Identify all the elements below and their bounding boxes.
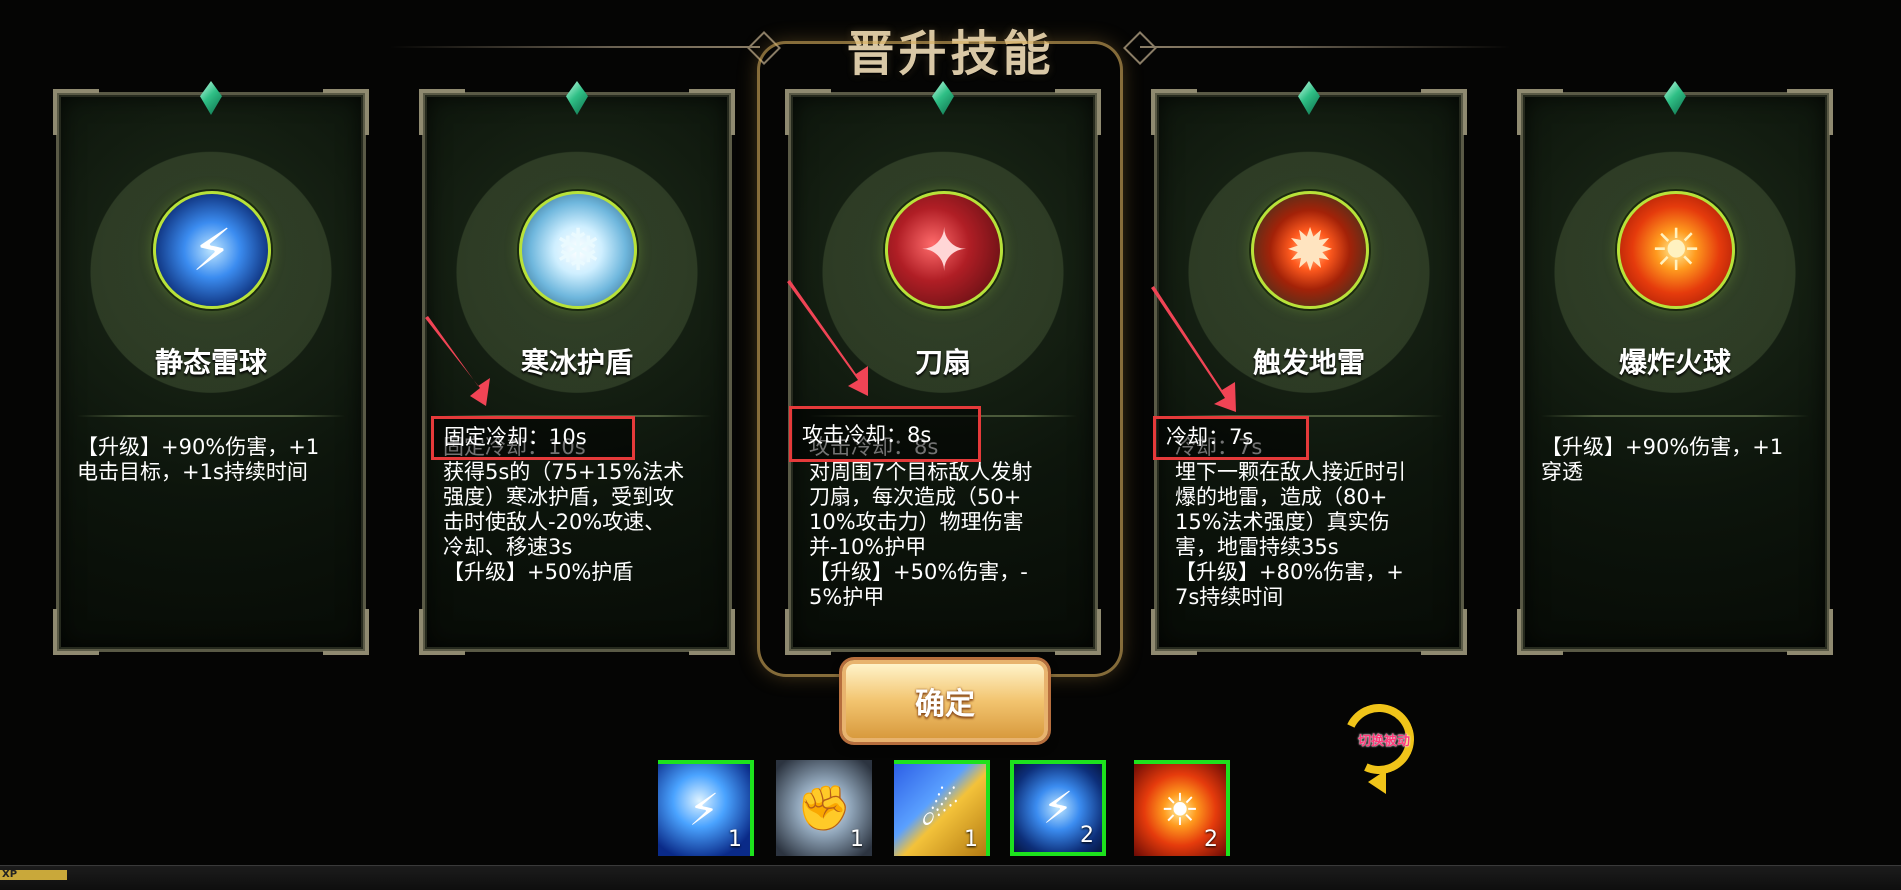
skill-slot[interactable]: ⚡ 2 <box>1010 760 1106 856</box>
emerald-gem-icon <box>1298 81 1320 115</box>
skill-name: 刀扇 <box>914 346 971 379</box>
skill-level: 2 <box>1080 823 1094 848</box>
skill-card-land-mine[interactable]: ✹ 触发地雷 冷却：7s 埋下一颗在敌人接近时引 爆的地雷，造成（80+ 15%… <box>1151 81 1467 655</box>
card-divider <box>1541 415 1809 417</box>
ice-fist-icon: ✊ <box>796 783 852 834</box>
skill-description: 【升级】+90%伤害，+1 电击目标，+1s持续时间 <box>77 435 320 484</box>
skill-description: 冷却：7s 埋下一颗在敌人接近时引 爆的地雷，造成（80+ 15%法术强度）真实… <box>1175 435 1406 609</box>
emerald-gem-icon <box>200 81 222 115</box>
skill-name: 静态雷球 <box>154 346 267 379</box>
skill-card-static-thunder[interactable]: ⚡ 静态雷球 【升级】+90%伤害，+1 电击目标，+1s持续时间 <box>53 81 369 655</box>
blade-fan-icon: ✦ <box>885 191 1003 309</box>
comet-icon: ☄ <box>920 784 960 836</box>
annotation-box-cooldown: 固定冷却：10s <box>431 416 635 460</box>
annotation-box-cooldown: 冷却：7s <box>1153 416 1309 460</box>
fireball-icon: ☀ <box>1160 784 1200 836</box>
land-mine-icon: ✹ <box>1251 191 1369 309</box>
skill-slot[interactable]: ⚡ 1 <box>658 760 754 856</box>
skill-level: 1 <box>850 827 864 852</box>
toggle-passive-label: 切换被动 <box>1357 734 1410 749</box>
card-divider <box>77 415 345 417</box>
emerald-gem-icon <box>566 81 588 115</box>
thunder-orb-icon: ⚡ <box>153 191 271 309</box>
skill-card-blade-fan[interactable]: ✦ 刀扇 攻击冷却：8s 对周围7个目标敌人发射 刀扇，每次造成（50+ 10%… <box>785 81 1101 655</box>
annotation-box-cooldown: 攻击冷却：8s <box>789 406 981 462</box>
skill-slot[interactable]: ☄ 1 <box>894 760 990 856</box>
fireball-icon: ☀ <box>1617 191 1735 309</box>
skill-level: 1 <box>728 827 742 852</box>
skill-name: 寒冰护盾 <box>520 346 633 379</box>
skill-slot[interactable]: ☀ 2 <box>1134 760 1230 856</box>
skill-name: 触发地雷 <box>1252 346 1365 379</box>
thunder-orb-icon: ⚡ <box>1042 782 1074 834</box>
experience-label: XP <box>2 869 18 880</box>
skill-card-ice-shield[interactable]: ❄ 寒冰护盾 固定冷却：10s 获得5s的（75+15%法术 强度）寒冰护盾，受… <box>419 81 735 655</box>
skill-description: 【升级】+90%伤害，+1 穿透 <box>1541 435 1784 484</box>
toggle-passive-button[interactable]: 切换被动 <box>1334 694 1426 794</box>
ice-shield-icon: ❄ <box>519 191 637 309</box>
experience-bar: XP <box>0 865 1901 890</box>
lightning-strike-icon: ⚡ <box>688 784 720 836</box>
skill-name: 爆炸火球 <box>1618 346 1731 379</box>
skill-slot[interactable]: ✊ 1 <box>776 760 872 856</box>
skill-level: 2 <box>1204 827 1218 852</box>
skill-card-fireball[interactable]: ☀ 爆炸火球 【升级】+90%伤害，+1 穿透 <box>1517 81 1833 655</box>
skill-level: 1 <box>964 827 978 852</box>
confirm-button[interactable]: 确定 <box>842 660 1048 742</box>
emerald-gem-icon <box>1664 81 1686 115</box>
